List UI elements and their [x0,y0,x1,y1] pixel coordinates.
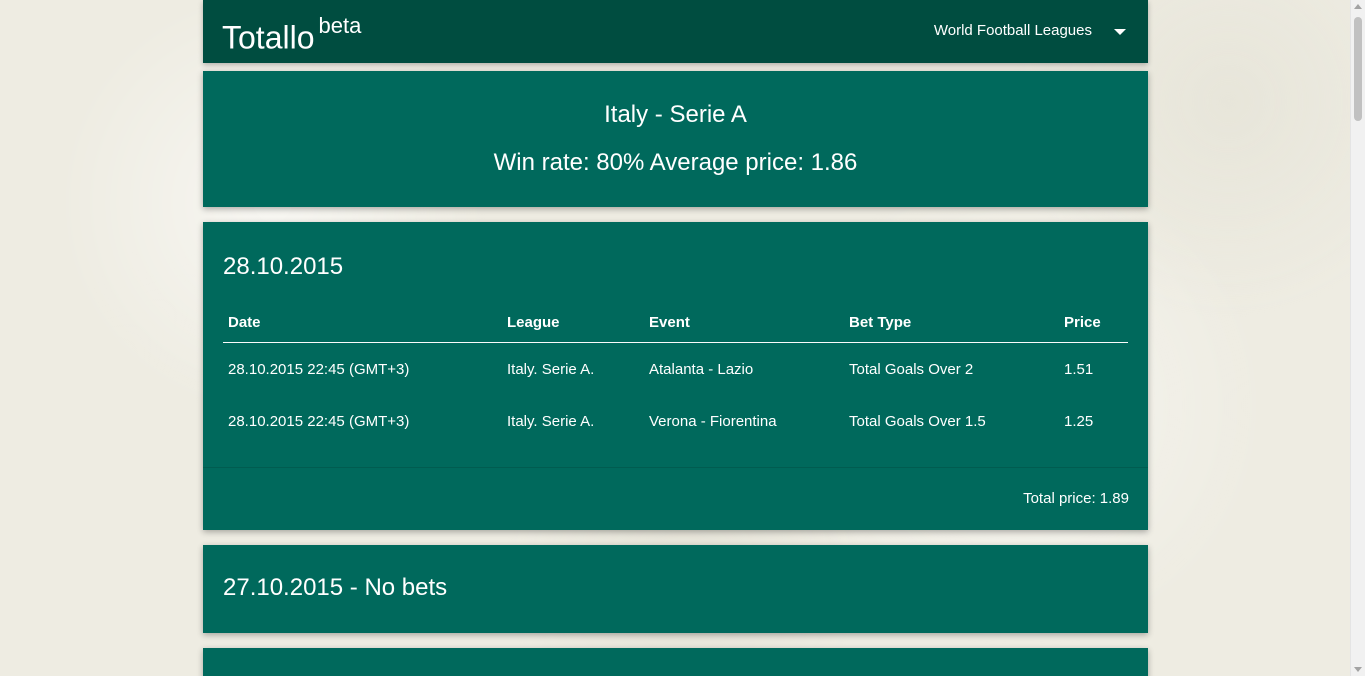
cell-price: 1.51 [1064,360,1094,378]
cell-event: Atalanta - Lazio [649,360,754,378]
day-card-no-bets: 27.10.2015 - No bets [203,545,1148,633]
league-stats: Win rate: 80% Average price: 1.86 [493,149,858,176]
scroll-up-arrow-icon[interactable] [1354,4,1362,9]
column-header-price: Price [1059,302,1128,343]
cell-event: Verona - Fiorentina [649,412,777,430]
caret-down-icon [1114,29,1126,35]
navbar: Totallo beta World Football Leagues [203,0,1148,63]
brand-beta-tag: beta [318,13,362,38]
day-title: 28.10.2015 [223,253,344,280]
table-row: 28.10.2015 22:45 (GMT+3) Italy. Serie A.… [223,395,1128,447]
cell-league: Italy. Serie A. [507,360,595,378]
brand-logo[interactable]: Totallo beta [222,10,361,58]
cell-league: Italy. Serie A. [507,412,595,430]
column-header-event: Event [644,302,844,343]
column-header-league: League [502,302,644,343]
day-card: 28.10.2015 Date League Event Bet Type Pr… [203,222,1148,530]
page-container: Totallo beta World Football Leagues Italy… [203,0,1148,676]
bets-table: Date League Event Bet Type Price 28.10.2… [223,302,1128,447]
table-row: 28.10.2015 22:45 (GMT+3) Italy. Serie A.… [223,343,1128,396]
card-divider [203,467,1148,468]
cell-price: 1.25 [1064,412,1094,430]
cell-bet-type: Total Goals Over 1.5 [849,412,986,430]
scrollbar-thumb[interactable] [1354,17,1362,121]
league-title: Italy - Serie A [604,101,747,128]
scroll-down-arrow-icon[interactable] [1354,667,1362,672]
cell-date: 28.10.2015 22:45 (GMT+3) [228,360,410,378]
cell-bet-type: Total Goals Over 2 [849,360,974,378]
cell-date: 28.10.2015 22:45 (GMT+3) [228,412,410,430]
league-group-dropdown-label: World Football Leagues [933,22,1092,39]
total-price: Total price: 1.89 [1023,490,1129,507]
league-group-dropdown[interactable]: World Football Leagues [934,20,1126,42]
table-header-row: Date League Event Bet Type Price [223,302,1128,343]
brand-name: Totallo [222,19,315,56]
day-title: 27.10.2015 - No bets [223,574,448,601]
league-summary-card: Italy - Serie A Win rate: 80% Average pr… [203,71,1148,207]
day-card-partial [203,648,1148,676]
page-scrollbar[interactable] [1350,0,1365,676]
column-header-bet-type: Bet Type [844,302,1059,343]
column-header-date: Date [223,302,502,343]
